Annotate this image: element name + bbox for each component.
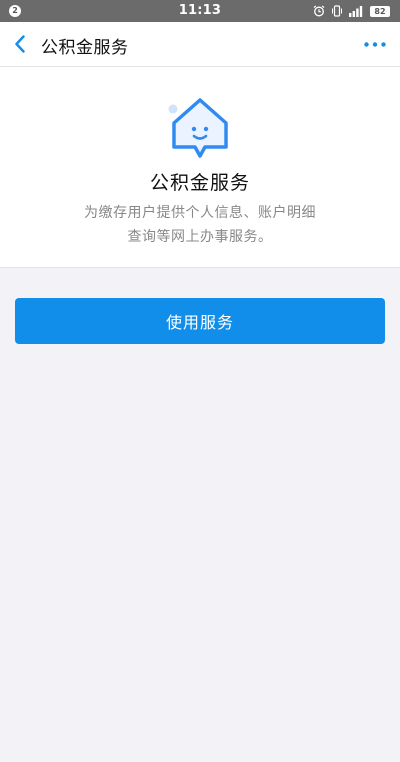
page-title: 公积金服务 [41, 38, 129, 58]
status-bar: 2 11:13 82 [0, 0, 400, 22]
more-button[interactable] [364, 34, 386, 54]
description-line-1: 为缴存用户提供个人信息、账户明细 [84, 205, 316, 221]
status-icons: 82 [313, 4, 390, 18]
house-smile-icon [167, 96, 233, 160]
more-dots-icon [364, 42, 386, 47]
vibrate-icon [331, 5, 343, 17]
description-line-2: 查询等网上办事服务。 [127, 229, 273, 245]
signal-icon [349, 5, 364, 17]
battery-icon: 82 [370, 5, 390, 17]
service-description: 为缴存用户提供个人信息、账户明细 查询等网上办事服务。 [60, 201, 340, 249]
nav-bar: 公积金服务 [0, 22, 400, 67]
chevron-left-icon [8, 35, 36, 53]
use-service-button[interactable]: 使用服务 [15, 298, 385, 344]
alarm-icon [313, 5, 325, 17]
back-button[interactable] [8, 29, 36, 59]
service-intro: 公积金服务 为缴存用户提供个人信息、账户明细 查询等网上办事服务。 [0, 67, 400, 268]
service-title: 公积金服务 [149, 172, 250, 194]
